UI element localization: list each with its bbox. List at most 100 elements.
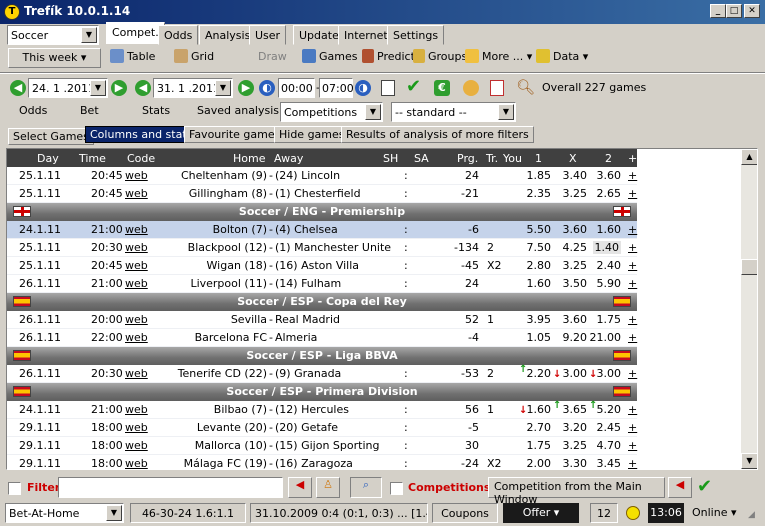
standard-select[interactable]: -- standard -- ▼ — [391, 102, 516, 122]
checkmark-icon[interactable]: ✔ — [406, 76, 421, 97]
resize-grip-icon[interactable]: ◢ — [748, 510, 760, 522]
cell-plus-link[interactable]: + — [628, 223, 637, 236]
tab-user[interactable]: User — [249, 25, 287, 45]
tab-select-games[interactable]: Select Games — [8, 128, 94, 145]
cell-plus-link[interactable]: + — [628, 367, 637, 380]
games-button[interactable]: Games — [302, 48, 357, 68]
cell-plus-link[interactable]: + — [628, 241, 637, 254]
col-sa[interactable]: SA — [414, 152, 429, 165]
filter-checkbox[interactable] — [8, 482, 21, 495]
table-row[interactable]: 25.1.11 20:45 web Gillingham (8) - (1) Cheste… — [7, 185, 637, 203]
chevron-down-icon[interactable]: ▼ — [365, 104, 381, 120]
time-to-input[interactable]: 07:00 — [319, 78, 354, 98]
cell-plus-link[interactable]: + — [628, 421, 637, 434]
arrow-left-icon[interactable]: ◀ — [135, 80, 151, 96]
tab-settings[interactable]: Settings — [387, 25, 445, 45]
vertical-scrollbar[interactable]: ▲ ▼ — [741, 149, 757, 469]
tab-internet[interactable]: Internet — [338, 25, 394, 45]
document-check-icon[interactable] — [490, 80, 504, 96]
data-button[interactable]: Data ▾ — [536, 48, 588, 68]
scroll-thumb[interactable] — [741, 259, 757, 275]
cell-code-link[interactable]: web — [125, 169, 148, 182]
euro-icon[interactable]: € — [434, 80, 450, 96]
coupons-status[interactable]: Coupons — [432, 503, 498, 523]
col-time[interactable]: Time — [79, 152, 106, 165]
col-home[interactable]: Home — [233, 152, 265, 165]
filter-input[interactable] — [58, 477, 283, 498]
table-row[interactable]: 29.1.11 18:00 web Levante (20) - (20) Getafe:… — [7, 419, 637, 437]
games-grid[interactable]: Day Time Code Home Away SH SA Prg. Tr. Y… — [6, 148, 758, 470]
chevron-down-icon[interactable]: ▼ — [215, 80, 231, 96]
tab-hide-games[interactable]: Hide games — [274, 126, 350, 143]
tab-compet[interactable]: Compet. — [106, 22, 165, 44]
table-button[interactable]: Table — [110, 48, 155, 68]
table-row[interactable]: 26.1.11 21:00 web Liverpool (11) - (14) Fulha… — [7, 275, 637, 293]
tab-favourite-games[interactable]: Favourite games — [184, 126, 286, 143]
grid-button[interactable]: Grid — [174, 48, 214, 68]
cell-code-link[interactable]: web — [125, 457, 148, 469]
bookmaker-select[interactable]: Bet-At-Home ▼ — [5, 503, 124, 523]
arrow-right-icon[interactable]: ▶ — [111, 80, 127, 96]
scroll-down-icon[interactable]: ▼ — [741, 453, 757, 469]
cell-code-link[interactable]: web — [125, 187, 148, 200]
chevron-down-icon[interactable]: ▼ — [106, 505, 122, 521]
table-row[interactable]: 26.1.11 20:30 web Tenerife CD (22) - (9) Gran… — [7, 364, 637, 383]
chevron-down-icon[interactable]: ▼ — [81, 27, 97, 43]
cell-plus-link[interactable]: + — [628, 439, 637, 452]
table-row[interactable]: 26.1.11 20:00 web Sevilla - Real Madrid 52 1 3.9… — [7, 311, 637, 329]
maximize-icon[interactable]: □ — [726, 4, 742, 18]
date-from-picker[interactable]: 24. 1 .2011 ▼ — [28, 78, 108, 98]
col-you[interactable]: You — [503, 152, 522, 165]
bet-filter-label[interactable]: Bet — [80, 104, 99, 117]
offer-button[interactable]: Offer ▾ — [503, 503, 579, 523]
print-icon[interactable] — [381, 80, 395, 96]
cell-code-link[interactable]: web — [125, 403, 148, 416]
stats-filter-label[interactable]: Stats — [142, 104, 170, 117]
arrow-right-icon[interactable]: ▶ — [238, 80, 254, 96]
more-button[interactable]: More ... ▾ — [465, 48, 532, 68]
competition-section-header[interactable]: Soccer / ESP - Liga BBVA — [7, 347, 637, 365]
draw-button[interactable]: Draw — [258, 48, 287, 68]
cell-plus-link[interactable]: + — [628, 187, 637, 200]
table-row[interactable]: 25.1.11 20:30 web Blackpool (12) - (1) Manche… — [7, 239, 637, 257]
cell-plus-link[interactable]: + — [628, 331, 637, 344]
arrow-left-red-icon[interactable]: ◀ — [288, 477, 312, 498]
zoom-icon[interactable]: ⌕ — [350, 477, 382, 498]
competitions-checkbox[interactable] — [390, 482, 403, 495]
table-row[interactable]: 29.1.11 18:00 web Málaga FC (19) - (16) Zarag… — [7, 455, 637, 469]
sport-select[interactable]: Soccer ▼ — [7, 25, 99, 45]
time-from-input[interactable]: 00:00 — [278, 78, 315, 98]
minimize-icon[interactable]: _ — [710, 4, 726, 18]
cell-plus-link[interactable]: + — [628, 277, 637, 290]
cell-code-link[interactable]: web — [125, 313, 148, 326]
competition-section-header[interactable]: Soccer / ESP - Copa del Rey — [7, 293, 637, 311]
cell-plus-link[interactable]: + — [628, 313, 637, 326]
col-odds-2[interactable]: 2 — [605, 152, 612, 165]
magnifier-icon[interactable]: 🔍︎ — [516, 78, 535, 96]
arrow-left-icon[interactable]: ◀ — [10, 80, 26, 96]
competition-from-main-window-button[interactable]: Competition from the Main Window — [488, 477, 665, 506]
cell-code-link[interactable]: web — [125, 277, 148, 290]
apply-check-icon[interactable]: ✔ — [697, 476, 712, 497]
tab-columns-and-stats[interactable]: Columns and stats — [85, 126, 198, 143]
arrow-left-red-icon[interactable]: ◀ — [668, 477, 692, 498]
table-row[interactable]: 24.1.11 21:00 web Bilbao (7) - (12) Hercules:… — [7, 400, 637, 419]
predict-button[interactable]: Predict — [362, 48, 415, 68]
col-sh[interactable]: SH — [383, 152, 398, 165]
table-row[interactable]: 26.1.11 22:00 web Barcelona FC - Almeria -4 1.0… — [7, 329, 637, 347]
cell-plus-link[interactable]: + — [628, 259, 637, 272]
clock-forward-icon[interactable]: ◑ — [355, 80, 371, 96]
close-icon[interactable]: ✕ — [744, 4, 760, 18]
table-row[interactable]: 24.1.11 21:00 web Bolton (7) - (4) Chelsea: -6… — [7, 221, 637, 239]
chevron-down-icon[interactable]: ▼ — [498, 104, 514, 120]
table-row[interactable]: 25.1.11 20:45 web Cheltenham (9) - (24) Linco… — [7, 167, 637, 185]
cell-code-link[interactable]: web — [125, 259, 148, 272]
cell-code-link[interactable]: web — [125, 367, 148, 380]
tab-results-analysis[interactable]: Results of analysis of more filters — [341, 126, 534, 143]
robot-icon[interactable] — [463, 80, 479, 96]
table-row[interactable]: 29.1.11 18:00 web Mallorca (10) - (15) Gijon … — [7, 437, 637, 455]
period-dropdown[interactable]: This week ▾ — [8, 48, 101, 68]
competitions-select[interactable]: Competitions ▼ — [280, 102, 383, 122]
clock-back-icon[interactable]: ◐ — [259, 80, 275, 96]
cell-code-link[interactable]: web — [125, 331, 148, 344]
